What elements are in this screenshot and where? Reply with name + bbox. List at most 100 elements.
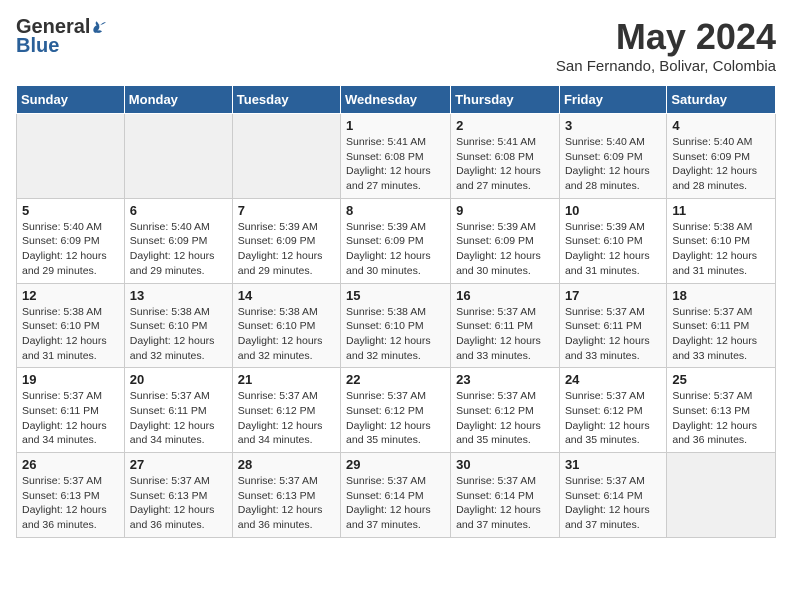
day-info: Sunrise: 5:38 AMSunset: 6:10 PMDaylight:… bbox=[238, 305, 335, 364]
calendar-cell: 1 Sunrise: 5:41 AMSunset: 6:08 PMDaylight… bbox=[341, 114, 451, 199]
calendar-cell: 13Sunrise: 5:38 AMSunset: 6:10 PMDayligh… bbox=[124, 283, 232, 368]
day-info: Sunrise: 5:37 AMSunset: 6:11 PMDaylight:… bbox=[130, 389, 227, 448]
calendar-cell: 4 Sunrise: 5:40 AMSunset: 6:09 PMDaylight… bbox=[667, 114, 776, 199]
calendar-cell: 5Sunrise: 5:40 AMSunset: 6:09 PMDaylight… bbox=[17, 198, 125, 283]
calendar-week-2: 5 Sunrise: 5:40 AMSunset: 6:09 PMDaylight… bbox=[17, 198, 776, 283]
calendar-week-1: 1 Sunrise: 5:41 AMSunset: 6:08 PMDaylight… bbox=[17, 114, 776, 199]
calendar-cell: 10 Sunrise: 5:39 AMSunset: 6:10 PMDayligh… bbox=[559, 198, 666, 283]
calendar-cell: 28 Sunrise: 5:37 AMSunset: 6:13 PMDayligh… bbox=[232, 453, 340, 538]
calendar-cell: 27Sunrise: 5:37 AMSunset: 6:13 PMDayligh… bbox=[124, 453, 232, 538]
header-day-sunday: Sunday bbox=[17, 86, 125, 114]
day-info: Sunrise: 5:37 AMSunset: 6:13 PMDaylight:… bbox=[22, 474, 119, 533]
calendar-cell: 14 Sunrise: 5:38 AMSunset: 6:10 PMDayligh… bbox=[232, 283, 340, 368]
calendar-cell: 26Sunrise: 5:37 AMSunset: 6:13 PMDayligh… bbox=[17, 453, 125, 538]
day-number: 18 bbox=[672, 288, 770, 303]
header-day-thursday: Thursday bbox=[451, 86, 560, 114]
day-number: 27 bbox=[130, 457, 227, 472]
day-number: 7 bbox=[238, 203, 335, 218]
day-number: 19 bbox=[22, 372, 119, 387]
day-number: 15 bbox=[346, 288, 445, 303]
day-info: Sunrise: 5:37 AMSunset: 6:11 PMDaylight:… bbox=[22, 389, 119, 448]
day-info: Sunrise: 5:37 AMSunset: 6:11 PMDaylight:… bbox=[672, 305, 770, 364]
day-number: 25 bbox=[672, 372, 770, 387]
month-title: May 2024 bbox=[556, 16, 776, 58]
day-number: 9 bbox=[456, 203, 554, 218]
calendar-cell: 23 Sunrise: 5:37 AMSunset: 6:12 PMDayligh… bbox=[451, 368, 560, 453]
day-info: Sunrise: 5:38 AMSunset: 6:10 PMDaylight:… bbox=[672, 220, 770, 279]
calendar-cell: 8Sunrise: 5:39 AMSunset: 6:09 PMDaylight… bbox=[341, 198, 451, 283]
day-info: Sunrise: 5:40 AMSunset: 6:09 PMDaylight:… bbox=[130, 220, 227, 279]
calendar-cell: 21Sunrise: 5:37 AMSunset: 6:12 PMDayligh… bbox=[232, 368, 340, 453]
calendar-cell bbox=[232, 114, 340, 199]
day-info: Sunrise: 5:38 AMSunset: 6:10 PMDaylight:… bbox=[22, 305, 119, 364]
day-info: Sunrise: 5:37 AMSunset: 6:12 PMDaylight:… bbox=[346, 389, 445, 448]
calendar-cell: 9 Sunrise: 5:39 AMSunset: 6:09 PMDaylight… bbox=[451, 198, 560, 283]
header-day-tuesday: Tuesday bbox=[232, 86, 340, 114]
page-header: General Blue May 2024 San Fernando, Boli… bbox=[16, 16, 776, 75]
calendar-week-5: 26Sunrise: 5:37 AMSunset: 6:13 PMDayligh… bbox=[17, 453, 776, 538]
calendar-cell bbox=[124, 114, 232, 199]
day-info: Sunrise: 5:39 AMSunset: 6:09 PMDaylight:… bbox=[456, 220, 554, 279]
calendar-cell: 18 Sunrise: 5:37 AMSunset: 6:11 PMDayligh… bbox=[667, 283, 776, 368]
calendar-cell: 7Sunrise: 5:39 AMSunset: 6:09 PMDaylight… bbox=[232, 198, 340, 283]
day-info: Sunrise: 5:39 AMSunset: 6:10 PMDaylight:… bbox=[565, 220, 661, 279]
day-number: 1 bbox=[346, 118, 445, 133]
day-info: Sunrise: 5:41 AMSunset: 6:08 PMDaylight:… bbox=[346, 135, 445, 194]
location-subtitle: San Fernando, Bolivar, Colombia bbox=[556, 58, 776, 75]
calendar-cell: 17Sunrise: 5:37 AMSunset: 6:11 PMDayligh… bbox=[559, 283, 666, 368]
day-number: 14 bbox=[238, 288, 335, 303]
calendar-cell: 2 Sunrise: 5:41 AMSunset: 6:08 PMDaylight… bbox=[451, 114, 560, 199]
day-info: Sunrise: 5:37 AMSunset: 6:13 PMDaylight:… bbox=[672, 389, 770, 448]
calendar-cell bbox=[667, 453, 776, 538]
day-number: 22 bbox=[346, 372, 445, 387]
day-info: Sunrise: 5:37 AMSunset: 6:11 PMDaylight:… bbox=[456, 305, 554, 364]
day-info: Sunrise: 5:40 AMSunset: 6:09 PMDaylight:… bbox=[565, 135, 661, 194]
calendar-cell: 30 Sunrise: 5:37 AMSunset: 6:14 PMDayligh… bbox=[451, 453, 560, 538]
day-number: 12 bbox=[22, 288, 119, 303]
day-info: Sunrise: 5:37 AMSunset: 6:13 PMDaylight:… bbox=[238, 474, 335, 533]
day-info: Sunrise: 5:37 AMSunset: 6:12 PMDaylight:… bbox=[565, 389, 661, 448]
day-number: 24 bbox=[565, 372, 661, 387]
logo: General Blue bbox=[16, 16, 108, 58]
calendar-cell: 20Sunrise: 5:37 AMSunset: 6:11 PMDayligh… bbox=[124, 368, 232, 453]
day-info: Sunrise: 5:37 AMSunset: 6:12 PMDaylight:… bbox=[238, 389, 335, 448]
calendar-week-4: 19 Sunrise: 5:37 AMSunset: 6:11 PMDayligh… bbox=[17, 368, 776, 453]
calendar-cell: 19 Sunrise: 5:37 AMSunset: 6:11 PMDayligh… bbox=[17, 368, 125, 453]
day-number: 2 bbox=[456, 118, 554, 133]
calendar-cell: 31 Sunrise: 5:37 AMSunset: 6:14 PMDayligh… bbox=[559, 453, 666, 538]
calendar-body: 1 Sunrise: 5:41 AMSunset: 6:08 PMDaylight… bbox=[17, 114, 776, 538]
day-number: 23 bbox=[456, 372, 554, 387]
calendar-header: SundayMondayTuesdayWednesdayThursdayFrid… bbox=[17, 86, 776, 114]
day-number: 28 bbox=[238, 457, 335, 472]
logo-bird-icon bbox=[92, 20, 108, 36]
day-number: 8 bbox=[346, 203, 445, 218]
day-number: 5 bbox=[22, 203, 119, 218]
day-info: Sunrise: 5:37 AMSunset: 6:14 PMDaylight:… bbox=[456, 474, 554, 533]
calendar-table: SundayMondayTuesdayWednesdayThursdayFrid… bbox=[16, 85, 776, 538]
day-info: Sunrise: 5:40 AMSunset: 6:09 PMDaylight:… bbox=[672, 135, 770, 194]
calendar-cell: 3Sunrise: 5:40 AMSunset: 6:09 PMDaylight… bbox=[559, 114, 666, 199]
calendar-week-3: 12 Sunrise: 5:38 AMSunset: 6:10 PMDayligh… bbox=[17, 283, 776, 368]
day-number: 16 bbox=[456, 288, 554, 303]
day-info: Sunrise: 5:38 AMSunset: 6:10 PMDaylight:… bbox=[346, 305, 445, 364]
calendar-cell bbox=[17, 114, 125, 199]
day-number: 31 bbox=[565, 457, 661, 472]
day-info: Sunrise: 5:37 AMSunset: 6:14 PMDaylight:… bbox=[346, 474, 445, 533]
calendar-cell: 16 Sunrise: 5:37 AMSunset: 6:11 PMDayligh… bbox=[451, 283, 560, 368]
day-number: 4 bbox=[672, 118, 770, 133]
header-day-wednesday: Wednesday bbox=[341, 86, 451, 114]
day-number: 11 bbox=[672, 203, 770, 218]
calendar-cell: 12 Sunrise: 5:38 AMSunset: 6:10 PMDayligh… bbox=[17, 283, 125, 368]
day-number: 10 bbox=[565, 203, 661, 218]
day-info: Sunrise: 5:38 AMSunset: 6:10 PMDaylight:… bbox=[130, 305, 227, 364]
day-number: 29 bbox=[346, 457, 445, 472]
day-number: 30 bbox=[456, 457, 554, 472]
day-info: Sunrise: 5:37 AMSunset: 6:14 PMDaylight:… bbox=[565, 474, 661, 533]
calendar-cell: 25 Sunrise: 5:37 AMSunset: 6:13 PMDayligh… bbox=[667, 368, 776, 453]
day-number: 6 bbox=[130, 203, 227, 218]
calendar-cell: 6 Sunrise: 5:40 AMSunset: 6:09 PMDaylight… bbox=[124, 198, 232, 283]
calendar-cell: 24 Sunrise: 5:37 AMSunset: 6:12 PMDayligh… bbox=[559, 368, 666, 453]
day-info: Sunrise: 5:37 AMSunset: 6:12 PMDaylight:… bbox=[456, 389, 554, 448]
day-number: 17 bbox=[565, 288, 661, 303]
day-info: Sunrise: 5:41 AMSunset: 6:08 PMDaylight:… bbox=[456, 135, 554, 194]
